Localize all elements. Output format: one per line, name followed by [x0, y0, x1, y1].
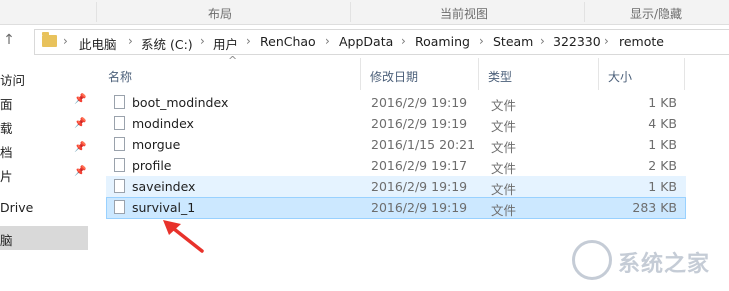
- annotation-arrow-icon: [163, 220, 204, 253]
- breadcrumb-separator[interactable]: ›: [604, 34, 609, 48]
- pin-icon: 📌: [74, 142, 87, 153]
- nav-item-quick-access[interactable]: 访问: [0, 66, 88, 90]
- file-row[interactable]: boot_modindex 2016/2/9 19:19 文件 1 KB: [106, 92, 686, 114]
- column-header-name[interactable]: 名称: [98, 60, 360, 90]
- breadcrumb-appdata[interactable]: AppData: [339, 34, 393, 49]
- file-name: boot_modindex: [132, 95, 229, 110]
- ribbon-divider: [96, 2, 97, 22]
- breadcrumb-users[interactable]: 用户: [213, 34, 238, 53]
- breadcrumb-separator[interactable]: ›: [479, 34, 484, 48]
- column-header-type[interactable]: 类型: [478, 60, 598, 90]
- breadcrumb-steam[interactable]: Steam: [493, 34, 533, 49]
- file-type: 文件: [491, 203, 517, 218]
- address-bar[interactable]: › 此电脑 › 系统 (C:) › 用户 › RenChao › AppData…: [34, 29, 729, 55]
- file-date: 2016/2/9 19:19: [371, 95, 468, 110]
- column-header-date[interactable]: 修改日期: [360, 60, 478, 90]
- ribbon-divider: [584, 2, 585, 22]
- ribbon-divider: [350, 2, 351, 22]
- pin-icon: 📌: [74, 166, 87, 177]
- file-icon: [114, 158, 125, 172]
- file-icon: [114, 95, 125, 109]
- breadcrumb-separator[interactable]: ›: [540, 34, 545, 48]
- file-icon: [114, 116, 125, 130]
- breadcrumb-separator[interactable]: ›: [128, 34, 133, 48]
- nav-item-label: 档: [0, 145, 13, 160]
- address-bar-row: ↑ › 此电脑 › 系统 (C:) › 用户 › RenChao › AppDa…: [0, 28, 729, 55]
- file-date: 2016/2/9 19:19: [371, 116, 468, 131]
- nav-item-label: 脑: [0, 233, 13, 248]
- file-name: profile: [132, 158, 172, 173]
- nav-item-documents[interactable]: 档 📌: [0, 138, 88, 162]
- file-date: 2016/2/9 19:17: [371, 158, 468, 173]
- breadcrumb-separator[interactable]: ›: [401, 34, 406, 48]
- file-type: 文件: [491, 182, 517, 197]
- file-type: 文件: [491, 119, 517, 134]
- ribbon-group-current-view[interactable]: 当前视图: [440, 5, 488, 22]
- file-row[interactable]: morgue 2016/1/15 20:21 文件 1 KB: [106, 134, 686, 156]
- nav-item-pictures[interactable]: 片 📌: [0, 162, 88, 186]
- column-header-size[interactable]: 大小: [598, 60, 684, 90]
- breadcrumb-this-pc[interactable]: 此电脑: [79, 34, 117, 53]
- file-name: survival_1: [132, 200, 196, 215]
- nav-item-label: 访问: [0, 73, 26, 88]
- file-size: 2 KB: [648, 158, 677, 173]
- pin-icon: 📌: [74, 94, 87, 105]
- nav-item-onedrive[interactable]: Drive: [0, 196, 88, 220]
- nav-item-label: 载: [0, 121, 13, 136]
- column-header-label: 名称: [108, 70, 133, 84]
- file-name: morgue: [132, 137, 181, 152]
- up-arrow-icon[interactable]: ↑: [0, 31, 18, 49]
- file-icon: [114, 137, 125, 151]
- breadcrumb-roaming[interactable]: Roaming: [415, 34, 470, 49]
- column-resize-handle[interactable]: [684, 58, 685, 90]
- file-row[interactable]: saveindex 2016/2/9 19:19 文件 1 KB: [106, 176, 686, 198]
- nav-item-this-pc[interactable]: 脑: [0, 226, 88, 250]
- file-size: 1 KB: [648, 179, 677, 194]
- file-icon: [114, 179, 125, 193]
- pin-icon: 📌: [74, 118, 87, 129]
- column-header-label: 类型: [488, 70, 513, 84]
- file-icon: [114, 200, 125, 214]
- column-header-label: 大小: [608, 70, 633, 84]
- ribbon-group-layout[interactable]: 布局: [208, 5, 232, 22]
- file-row[interactable]: modindex 2016/2/9 19:19 文件 4 KB: [106, 113, 686, 135]
- file-size: 1 KB: [648, 137, 677, 152]
- nav-item-label: Drive: [0, 200, 34, 215]
- breadcrumb-separator: ›: [63, 34, 68, 48]
- breadcrumb-separator[interactable]: ›: [200, 34, 205, 48]
- file-date: 2016/1/15 20:21: [371, 137, 476, 152]
- ribbon-group-show-hide[interactable]: 显示/隐藏: [630, 5, 682, 22]
- file-type: 文件: [491, 140, 517, 155]
- folder-icon: [42, 32, 57, 47]
- navigation-pane: 访问 面 📌 载 📌 档 📌 片 📌 Drive 脑: [0, 58, 90, 291]
- breadcrumb-remote[interactable]: remote: [619, 34, 664, 49]
- file-size: 283 KB: [632, 200, 677, 215]
- column-header-label: 修改日期: [370, 70, 419, 84]
- file-name: modindex: [132, 116, 194, 131]
- breadcrumb-renchao[interactable]: RenChao: [260, 34, 316, 49]
- file-row[interactable]: profile 2016/2/9 19:17 文件 2 KB: [106, 155, 686, 177]
- breadcrumb-separator[interactable]: ›: [246, 34, 251, 48]
- file-name: saveindex: [132, 179, 196, 194]
- nav-item-label: 面: [0, 97, 13, 112]
- breadcrumb-separator[interactable]: ›: [325, 34, 330, 48]
- breadcrumb-system-c[interactable]: 系统 (C:): [141, 34, 193, 53]
- file-size: 4 KB: [648, 116, 677, 131]
- watermark-text: 系统之家: [618, 252, 711, 277]
- file-size: 1 KB: [648, 95, 677, 110]
- file-date: 2016/2/9 19:19: [371, 200, 468, 215]
- nav-item-label: 片: [0, 169, 13, 184]
- watermark-logo-icon: [572, 240, 612, 280]
- nav-item-downloads[interactable]: 载 📌: [0, 114, 88, 138]
- watermark: 系统之家: [572, 236, 722, 282]
- nav-item-desktop[interactable]: 面 📌: [0, 90, 88, 114]
- file-type: 文件: [491, 98, 517, 113]
- file-type: 文件: [491, 161, 517, 176]
- file-date: 2016/2/9 19:19: [371, 179, 468, 194]
- file-row-selected[interactable]: survival_1 2016/2/9 19:19 文件 283 KB: [106, 197, 686, 219]
- breadcrumb-322330[interactable]: 322330: [553, 34, 601, 49]
- ribbon-bar: 布局 当前视图 显示/隐藏: [0, 0, 729, 25]
